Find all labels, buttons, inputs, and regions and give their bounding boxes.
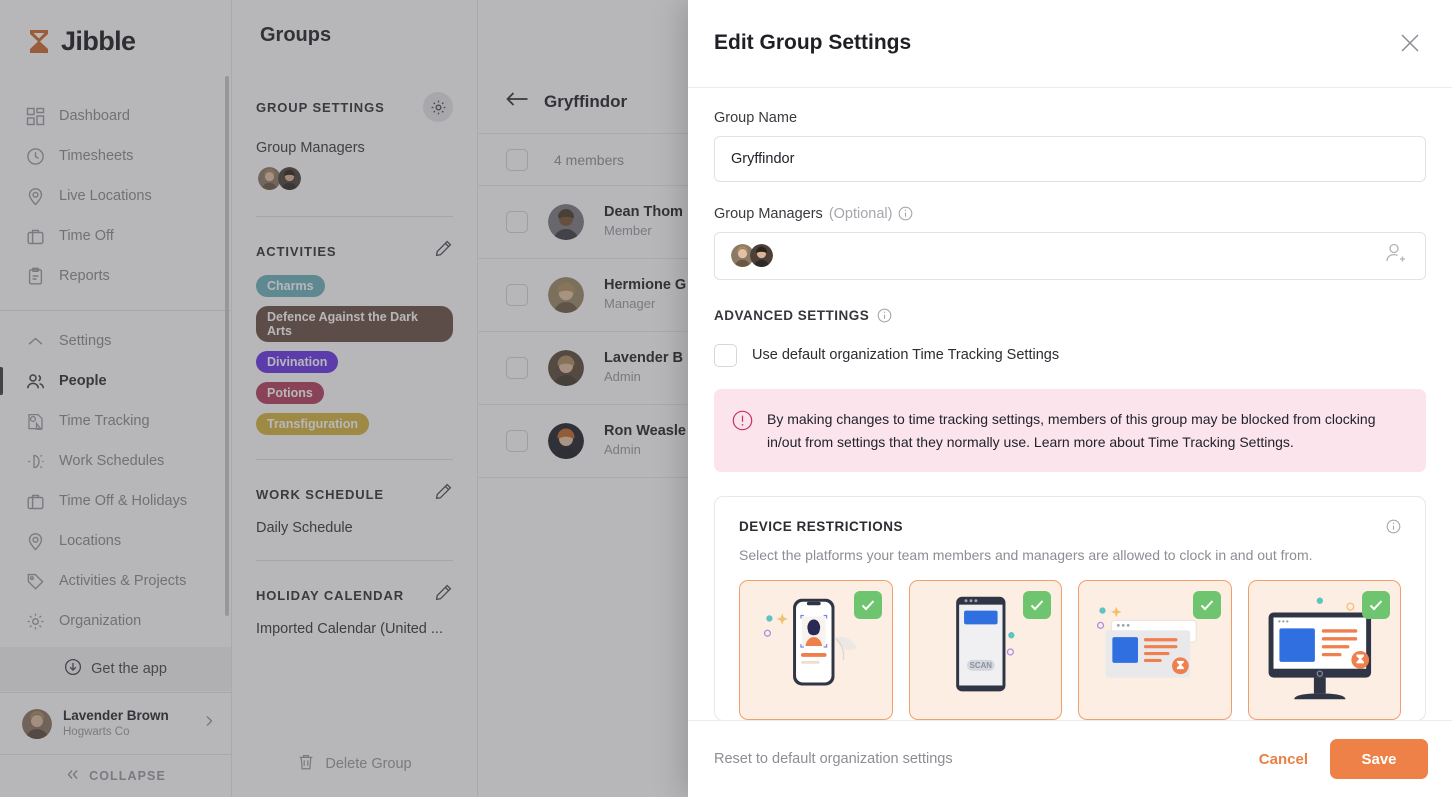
- modal-footer: Reset to default organization settings C…: [688, 720, 1452, 797]
- group-managers-optional: (Optional): [828, 205, 893, 222]
- warning-text: By making changes to time tracking setti…: [767, 410, 1376, 450]
- device-tiles: SCAN: [739, 580, 1401, 721]
- use-default-settings-label: Use default organization Time Tracking S…: [752, 347, 1060, 364]
- device-selected-check-icon[interactable]: [1192, 591, 1221, 620]
- device-tile-web-browser[interactable]: [1078, 580, 1232, 721]
- device-selected-check-icon[interactable]: [853, 591, 882, 620]
- device-restrictions-heading: DEVICE RESTRICTIONS: [739, 519, 904, 535]
- avatar: [748, 242, 775, 270]
- info-icon[interactable]: [877, 308, 892, 323]
- info-icon[interactable]: [1386, 519, 1401, 534]
- modal-title: Edit Group Settings: [714, 31, 912, 55]
- use-default-settings-checkbox[interactable]: [714, 343, 737, 367]
- advanced-settings-heading: ADVANCED SETTINGS: [714, 307, 870, 323]
- edit-group-settings-modal: Edit Group Settings Group Name Gryffindo…: [688, 0, 1452, 797]
- warning-icon: [732, 410, 753, 436]
- cancel-button[interactable]: Cancel: [1237, 751, 1330, 768]
- reset-to-default-link[interactable]: Reset to default organization settings: [714, 751, 953, 767]
- save-button[interactable]: Save: [1330, 739, 1428, 780]
- group-name-label: Group Name: [714, 109, 798, 126]
- time-tracking-warning-banner: By making changes to time tracking setti…: [714, 388, 1426, 473]
- use-default-settings-row[interactable]: Use default organization Time Tracking S…: [714, 343, 1426, 367]
- app-root: Jibble Dashboard Timesheets Live Locatio…: [0, 0, 1452, 797]
- modal-body: Group Name Gryffindor Group Managers (Op…: [688, 88, 1452, 721]
- device-selected-check-icon[interactable]: [1023, 591, 1051, 620]
- advanced-settings-header: ADVANCED SETTINGS: [714, 308, 1426, 323]
- device-tile-mobile-selfie[interactable]: [739, 580, 893, 721]
- device-restrictions-subtitle: Select the platforms your team members a…: [739, 547, 1313, 564]
- device-restrictions-header: DEVICE RESTRICTIONS: [739, 519, 1401, 534]
- device-restrictions-card: DEVICE RESTRICTIONS Select the platforms…: [714, 496, 1426, 721]
- close-icon[interactable]: [1396, 29, 1424, 57]
- device-tile-kiosk-scan[interactable]: SCAN: [908, 580, 1062, 721]
- group-managers-field-label: Group Managers (Optional): [714, 206, 1426, 222]
- device-tile-desktop-app[interactable]: [1247, 580, 1401, 721]
- device-selected-check-icon[interactable]: [1362, 591, 1390, 620]
- add-person-icon[interactable]: [1384, 241, 1409, 271]
- info-icon[interactable]: [898, 206, 913, 221]
- group-name-value: Gryffindor: [731, 150, 795, 167]
- svg-text:SCAN: SCAN: [969, 661, 992, 670]
- group-name-input[interactable]: Gryffindor: [714, 135, 1426, 182]
- modal-header: Edit Group Settings: [688, 0, 1452, 88]
- group-managers-label: Group Managers: [714, 205, 823, 222]
- group-managers-input[interactable]: [714, 231, 1426, 280]
